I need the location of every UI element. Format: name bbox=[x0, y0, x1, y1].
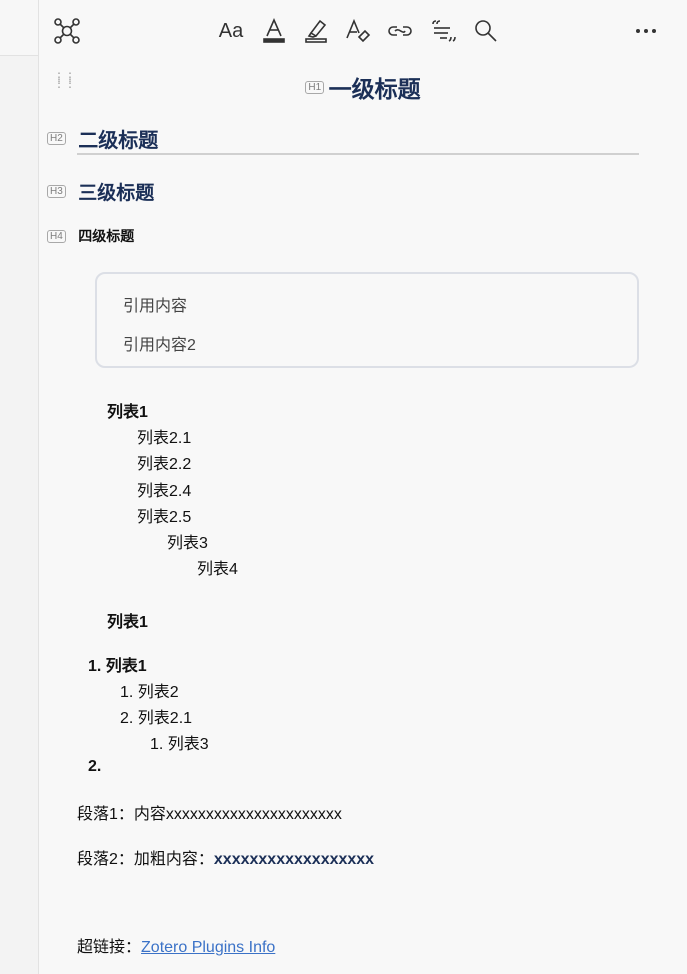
ordered-list-item[interactable]: 2. bbox=[88, 758, 101, 776]
paragraph-label: 段落2：加粗内容： bbox=[77, 851, 214, 868]
heading-level-badge: H2 bbox=[47, 132, 66, 145]
heading-1-text: 一级标题 bbox=[328, 76, 421, 102]
graph-icon[interactable] bbox=[51, 6, 83, 56]
list-text: 列表2.1 bbox=[137, 710, 193, 727]
list-item[interactable]: 列表3 bbox=[167, 529, 208, 553]
list-number: 1. bbox=[150, 736, 164, 753]
heading-2[interactable]: H2 二级标题 bbox=[47, 124, 158, 153]
paragraph-label: 段落1：内容 bbox=[77, 806, 166, 823]
heading-level-badge: H4 bbox=[47, 229, 66, 243]
left-pane-header bbox=[0, 0, 38, 56]
blockquote[interactable]: 引用内容 引用内容2 bbox=[95, 272, 639, 368]
heading-1[interactable]: H1 一级标题 bbox=[39, 70, 687, 104]
list-text: 列表1 bbox=[105, 658, 147, 675]
list-item[interactable]: 列表4 bbox=[197, 555, 238, 579]
note-editor-panel: Aa ⋮⋮ ⋮⋮ H1 一级标题 H2 二级标题 H3 三级标题 H4 四级标题… bbox=[39, 0, 687, 974]
link-label: 超链接： bbox=[77, 939, 142, 956]
left-pane-strip bbox=[0, 0, 39, 974]
list-text: 列表2 bbox=[137, 684, 179, 701]
list-item[interactable]: 列表2.2 bbox=[137, 450, 191, 474]
list-item[interactable]: 列表1 bbox=[107, 398, 148, 422]
list-number: 2. bbox=[120, 710, 134, 727]
ordered-list-item[interactable]: 1. 列表1 bbox=[88, 652, 147, 676]
list-number: 1. bbox=[88, 658, 102, 675]
highlight-icon[interactable] bbox=[300, 6, 332, 56]
editor-toolbar: Aa bbox=[39, 6, 687, 56]
paragraph-content: xxxxxxxxxxxxxxxxxxxxxx bbox=[165, 806, 342, 823]
search-icon[interactable] bbox=[470, 6, 502, 56]
text-color-icon[interactable] bbox=[258, 6, 290, 56]
heading-3[interactable]: H3 三级标题 bbox=[47, 178, 154, 205]
hyperlink[interactable]: Zotero Plugins Info bbox=[141, 939, 275, 956]
bold-content: xxxxxxxxxxxxxxxxxx bbox=[213, 851, 375, 868]
heading-2-divider bbox=[77, 153, 639, 155]
ordered-list-item[interactable]: 2. 列表2.1 bbox=[120, 704, 192, 728]
clear-format-icon[interactable] bbox=[342, 6, 374, 56]
link-icon[interactable] bbox=[384, 6, 416, 56]
list-item[interactable]: 列表1 bbox=[107, 608, 148, 632]
ordered-list-item[interactable]: 1. 列表3 bbox=[150, 730, 209, 754]
list-text: 列表3 bbox=[167, 736, 209, 753]
heading-level-badge: H1 bbox=[305, 80, 325, 94]
list-number: 2. bbox=[88, 758, 102, 775]
heading-4-text: 四级标题 bbox=[78, 228, 135, 244]
paragraph[interactable]: 超链接：Zotero Plugins Info bbox=[77, 933, 275, 957]
list-item[interactable]: 列表2.4 bbox=[137, 477, 191, 501]
heading-4[interactable]: H4 四级标题 bbox=[47, 226, 134, 246]
ordered-list-item[interactable]: 1. 列表2 bbox=[120, 678, 179, 702]
heading-2-text: 二级标题 bbox=[78, 130, 159, 152]
heading-3-text: 三级标题 bbox=[78, 183, 155, 204]
list-number: 1. bbox=[120, 684, 134, 701]
font-size-icon[interactable]: Aa bbox=[215, 6, 247, 56]
list-item[interactable]: 列表2.1 bbox=[137, 424, 191, 448]
quote-line: 引用内容2 bbox=[123, 337, 196, 354]
list-item[interactable]: 列表2.5 bbox=[137, 503, 191, 527]
paragraph[interactable]: 段落1：内容xxxxxxxxxxxxxxxxxxxxxx bbox=[77, 800, 342, 824]
paragraph[interactable]: 段落2：加粗内容：xxxxxxxxxxxxxxxxxx bbox=[77, 845, 374, 869]
citation-icon[interactable] bbox=[428, 6, 460, 56]
heading-level-badge: H3 bbox=[47, 185, 66, 198]
quote-line: 引用内容 bbox=[123, 298, 188, 315]
font-size-label: Aa bbox=[218, 19, 244, 42]
more-icon[interactable] bbox=[631, 6, 661, 56]
